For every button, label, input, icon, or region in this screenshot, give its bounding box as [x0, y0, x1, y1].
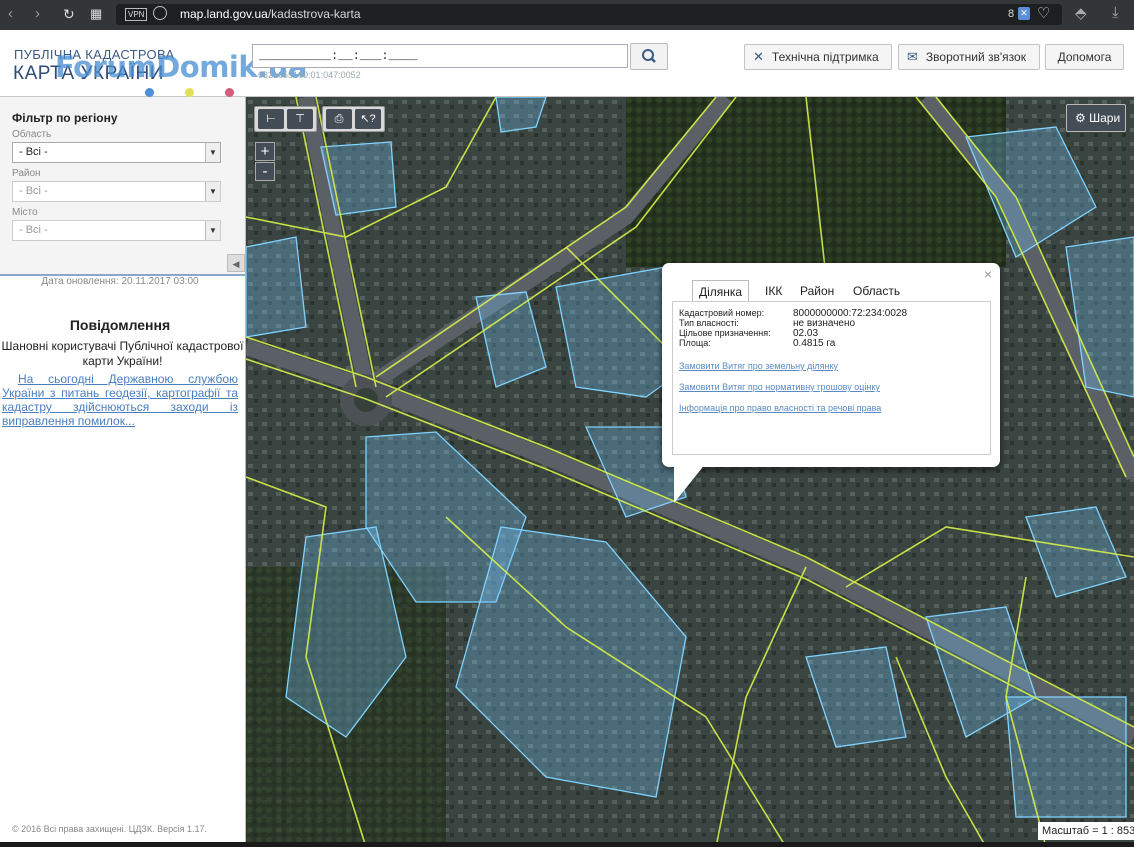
- message-title: Повідомлення: [69, 317, 171, 333]
- blocked-count: 8: [1008, 8, 1015, 20]
- region-label: Область: [12, 129, 52, 140]
- district-label: Район: [12, 168, 41, 179]
- tab-district[interactable]: Район: [794, 280, 840, 302]
- help-button[interactable]: Допомога: [1045, 44, 1124, 70]
- close-icon[interactable]: ×: [984, 266, 992, 282]
- back-icon[interactable]: ‹: [8, 5, 13, 23]
- sidebar: Фільтр по регіону Область - Всі - ▼ Район…: [0, 97, 246, 847]
- map-canvas[interactable]: ⊢ ⊤ ⎙ ↖? + - ⚙ Шари Масштаб = 1 : 8531 ×…: [246, 97, 1134, 847]
- city-label: Місто: [12, 207, 38, 218]
- globe-icon: [153, 6, 167, 20]
- taskbar: [0, 842, 1134, 847]
- parcel-info-popup: × Ділянка ІКК Район Область Кадастровий …: [662, 263, 1000, 503]
- chevron-down-icon: ▼: [205, 143, 220, 162]
- extension-icon[interactable]: ⬘: [1075, 4, 1087, 22]
- filter-title: Фільтр по регіону: [12, 111, 118, 125]
- logo-dot-blue: [145, 88, 154, 97]
- zoom-in-button[interactable]: +: [255, 142, 275, 161]
- download-icon[interactable]: ⤓: [1112, 4, 1119, 21]
- tab-parcel[interactable]: Ділянка: [692, 280, 750, 303]
- chevron-down-icon: ▼: [205, 221, 220, 240]
- logo-dot-yellow: [185, 88, 194, 97]
- search-icon: [642, 49, 656, 63]
- update-date: Дата оновлення: 20.11.2017 03:00: [41, 276, 199, 287]
- print-toolbar: ⎙ ↖?: [322, 106, 385, 132]
- message-link[interactable]: На сьогодні Державною службою України з …: [2, 372, 238, 428]
- logo-dot-red: [225, 88, 234, 97]
- collapse-sidebar-button[interactable]: ◀: [227, 254, 245, 272]
- gear-icon: ⚙: [1075, 111, 1086, 125]
- tabs-grid-icon[interactable]: ▦: [90, 5, 102, 23]
- region-filter: Фільтр по регіону Область - Всі - ▼ Район…: [0, 97, 245, 276]
- feedback-button[interactable]: ✉ Зворотний зв'язок: [898, 44, 1040, 70]
- order-parcel-extract-link[interactable]: Замовити Витяг про земельну ділянку: [679, 361, 838, 371]
- cadastral-search-input[interactable]: __________:__:___:____: [252, 44, 628, 68]
- print-button[interactable]: ⎙: [326, 109, 352, 129]
- copyright: © 2016 Всі права захищені. ЦДЗК. Версія …: [12, 824, 208, 834]
- map-scale: Масштаб = 1 : 8531: [1038, 822, 1134, 840]
- city-select[interactable]: - Всі - ▼: [12, 220, 221, 241]
- message-greeting: Шановні користувачі Публічної кадастрово…: [1, 339, 244, 368]
- measure-area-button[interactable]: ⊤: [287, 109, 313, 129]
- vpn-badge[interactable]: VPN: [125, 8, 148, 21]
- tools-icon: ✕: [753, 49, 764, 64]
- reload-icon[interactable]: ↻: [63, 5, 75, 23]
- layers-button[interactable]: ⚙ Шари: [1066, 104, 1126, 132]
- forward-icon[interactable]: ›: [35, 5, 40, 23]
- zoom-out-button[interactable]: -: [255, 162, 275, 181]
- chevron-down-icon: ▼: [205, 182, 220, 201]
- shield-icon[interactable]: ✕: [1018, 7, 1030, 20]
- tab-ikk[interactable]: ІКК: [759, 280, 788, 302]
- envelope-icon: ✉: [907, 49, 918, 64]
- search-hint: 6321655100:01:047:0052: [258, 70, 361, 80]
- measure-toolbar: ⊢ ⊤: [254, 106, 317, 132]
- popup-pointer: [674, 463, 706, 503]
- order-valuation-extract-link[interactable]: Замовити Витяг про нормативну грошову оц…: [679, 382, 880, 392]
- region-select[interactable]: - Всі - ▼: [12, 142, 221, 163]
- identify-button[interactable]: ↖?: [355, 109, 381, 129]
- site-header: ПУБЛІЧНА КАДАСТРОВА КАРТА УКРАЇНИ ForumD…: [0, 30, 1134, 97]
- support-button[interactable]: ✕ Технічна підтримка: [744, 44, 892, 70]
- popup-body: Кадастровий номер: 8000000000:72:234:0028…: [672, 301, 991, 455]
- browser-toolbar: ‹ › ↻ ▦ VPN map.land.gov.ua/kadastrova-k…: [0, 0, 1134, 30]
- measure-distance-button[interactable]: ⊢: [258, 109, 284, 129]
- ownership-info-link[interactable]: Інформація про право власності та речові…: [679, 403, 881, 413]
- tab-region[interactable]: Область: [847, 280, 906, 302]
- heart-icon[interactable]: ♡: [1037, 4, 1050, 22]
- search-button[interactable]: [630, 43, 668, 70]
- area-row: Площа: 0.4815 га: [679, 338, 836, 349]
- url-text[interactable]: map.land.gov.ua/kadastrova-karta: [180, 7, 361, 21]
- district-select[interactable]: - Всі - ▼: [12, 181, 221, 202]
